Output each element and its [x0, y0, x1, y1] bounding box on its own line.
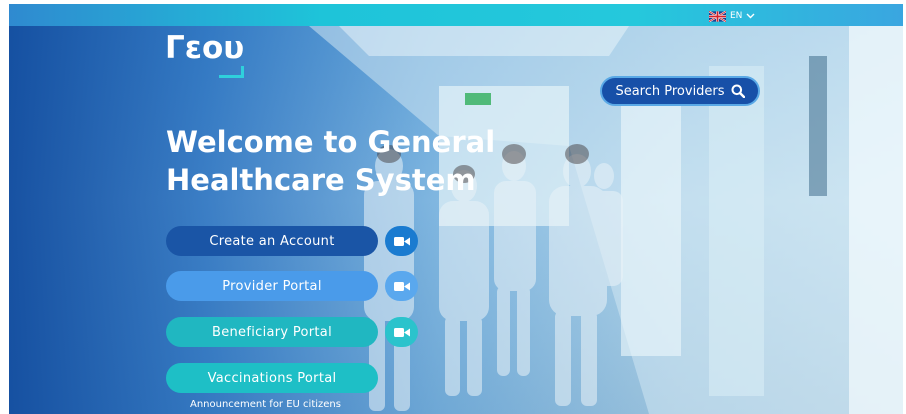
beneficiary-portal-video-button[interactable] [385, 317, 418, 347]
title-line-2: Healthcare System [166, 163, 476, 197]
vaccinations-portal-label: Vaccinations Portal [207, 370, 337, 386]
create-account-label: Create an Account [209, 233, 335, 249]
search-providers-label: Search Providers [615, 83, 725, 99]
chevron-down-icon [746, 13, 755, 19]
provider-portal-video-button[interactable] [385, 271, 418, 301]
beneficiary-portal-button[interactable]: Beneficiary Portal [166, 317, 378, 347]
video-camera-icon [393, 327, 410, 337]
video-camera-icon [393, 281, 410, 291]
window-edge [0, 0, 9, 414]
title-line-1: Welcome to General [166, 125, 496, 159]
provider-portal-button[interactable]: Provider Portal [166, 271, 378, 301]
create-account-video-button[interactable] [385, 226, 418, 256]
eu-citizens-announcement-link[interactable]: Announcement for EU citizens [190, 399, 341, 410]
page-title: Welcome to General Healthcare System [166, 123, 586, 199]
provider-portal-label: Provider Portal [222, 278, 322, 294]
hospital-corridor-image [309, 26, 903, 414]
vaccinations-portal-button[interactable]: Vaccinations Portal [166, 363, 378, 393]
logo-accent [219, 66, 244, 78]
logo-text: Γεου [165, 30, 245, 66]
language-selector[interactable]: EN [709, 9, 755, 23]
create-account-button[interactable]: Create an Account [166, 226, 378, 256]
uk-flag-icon [709, 10, 726, 22]
search-providers-button[interactable]: Search Providers [600, 76, 760, 106]
geou-logo[interactable]: Γεου [165, 30, 249, 78]
magnifier-icon [731, 84, 745, 98]
language-code: EN [730, 11, 743, 21]
hero-section: Γεου Search Providers Welcome to General… [9, 26, 903, 414]
top-bar: EN [9, 4, 903, 26]
video-camera-icon [393, 236, 410, 246]
beneficiary-portal-label: Beneficiary Portal [212, 324, 332, 340]
